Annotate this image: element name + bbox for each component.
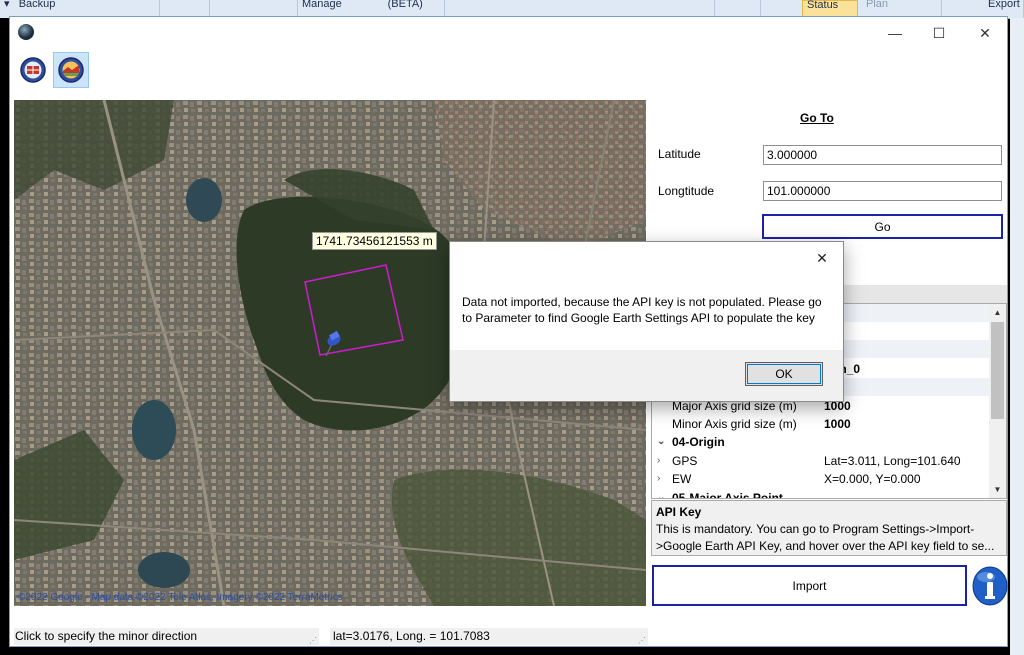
goto-title: Go To (800, 111, 834, 125)
description-text: This is mandatory. You can go to Program… (656, 521, 1002, 555)
info-button[interactable] (972, 566, 1008, 606)
longitude-label: Longtitude (658, 184, 714, 198)
maximize-button[interactable]: ☐ (916, 21, 962, 45)
collapse-chevron-icon[interactable]: ⌄ (657, 489, 665, 499)
toolbar (10, 50, 1007, 90)
close-icon: ✕ (979, 25, 991, 42)
ribbon-status-label: Status (807, 0, 838, 11)
property-value: Lat=3.011, Long=101.640 (824, 452, 961, 470)
longitude-input[interactable] (763, 181, 1002, 201)
map-credit: ©2022 Google - Map data ©2022 Tele Atlas… (18, 592, 343, 603)
property-name: EW (672, 470, 691, 488)
category-origin[interactable]: ⌄ 04-Origin (652, 433, 990, 451)
error-dialog: ✕ Data not imported, because the API key… (449, 241, 844, 402)
status-bar-right: lat=3.0176, Long. = 101.7083 ⋰ (330, 628, 648, 645)
minimize-icon: — (888, 25, 902, 41)
close-icon: ✕ (816, 250, 828, 267)
property-value: 1000 (824, 415, 851, 433)
property-row-gps[interactable]: › GPS Lat=3.011, Long=101.640 (652, 452, 990, 470)
status-instruction: Click to specify the minor direction (15, 628, 200, 645)
resize-grip-icon: ⋰ (638, 632, 646, 649)
scroll-down-icon[interactable]: ▼ (989, 481, 1006, 498)
dialog-footer: OK (450, 350, 843, 401)
app-globe-icon (18, 24, 34, 40)
collapse-chevron-icon[interactable]: ⌄ (657, 433, 665, 451)
property-description: API Key This is mandatory. You can go to… (651, 500, 1007, 556)
property-row-minor-axis[interactable]: Minor Axis grid size (m) 1000 (652, 415, 990, 433)
background-window-edge (1010, 18, 1024, 655)
property-name: Minor Axis grid size (m) (672, 415, 797, 433)
import-button[interactable]: Import (652, 565, 967, 606)
map-area-button[interactable] (53, 52, 89, 88)
title-bar: — ☐ ✕ (10, 17, 1007, 49)
info-icon (972, 566, 1008, 606)
status-bar-left: Click to specify the minor direction ⋰ (14, 628, 319, 645)
latitude-label: Latitude (658, 147, 701, 161)
ribbon-manage-label: Manage (302, 0, 342, 10)
map-area-icon (57, 56, 85, 84)
measure-distance-label: 1741.73456121553 m (312, 232, 437, 250)
property-row-ew[interactable]: › EW X=0.000, Y=0.000 (652, 470, 990, 488)
go-button[interactable]: Go (762, 214, 1003, 239)
description-title: API Key (656, 504, 1002, 521)
resize-grip-icon: ⋰ (309, 632, 317, 649)
close-button[interactable]: ✕ (962, 21, 1008, 45)
category-name: 04-Origin (672, 433, 725, 451)
dialog-close-button[interactable]: ✕ (810, 248, 834, 268)
property-value: X=0.000, Y=0.000 (824, 470, 921, 488)
dialog-message: Data not imported, because the API key i… (462, 294, 834, 326)
status-coordinates: lat=3.0176, Long. = 101.7083 (333, 629, 490, 643)
maximize-icon: ☐ (933, 25, 946, 42)
category-name: 05-Major Axis Point (672, 489, 783, 499)
category-major-axis-point[interactable]: ⌄ 05-Major Axis Point (652, 489, 990, 499)
layers-button[interactable] (15, 52, 51, 88)
expand-chevron-icon[interactable]: › (657, 452, 660, 470)
ribbon-beta-label: (BETA) (388, 0, 423, 10)
latitude-input[interactable] (763, 145, 1002, 165)
scroll-up-icon[interactable]: ▲ (989, 304, 1006, 321)
minimize-button[interactable]: — (872, 21, 918, 45)
property-name: GPS (672, 452, 697, 470)
ok-button[interactable]: OK (745, 362, 823, 386)
property-grid-scrollbar[interactable]: ▲ ▼ (989, 304, 1006, 498)
scroll-thumb[interactable] (991, 322, 1004, 419)
ribbon-export-label: Export (988, 0, 1020, 10)
ribbon-backup-label: Backup (19, 0, 56, 10)
layers-icon (19, 56, 47, 84)
expand-chevron-icon[interactable]: › (657, 470, 660, 488)
ribbon-plan-label: Plan (866, 0, 888, 10)
